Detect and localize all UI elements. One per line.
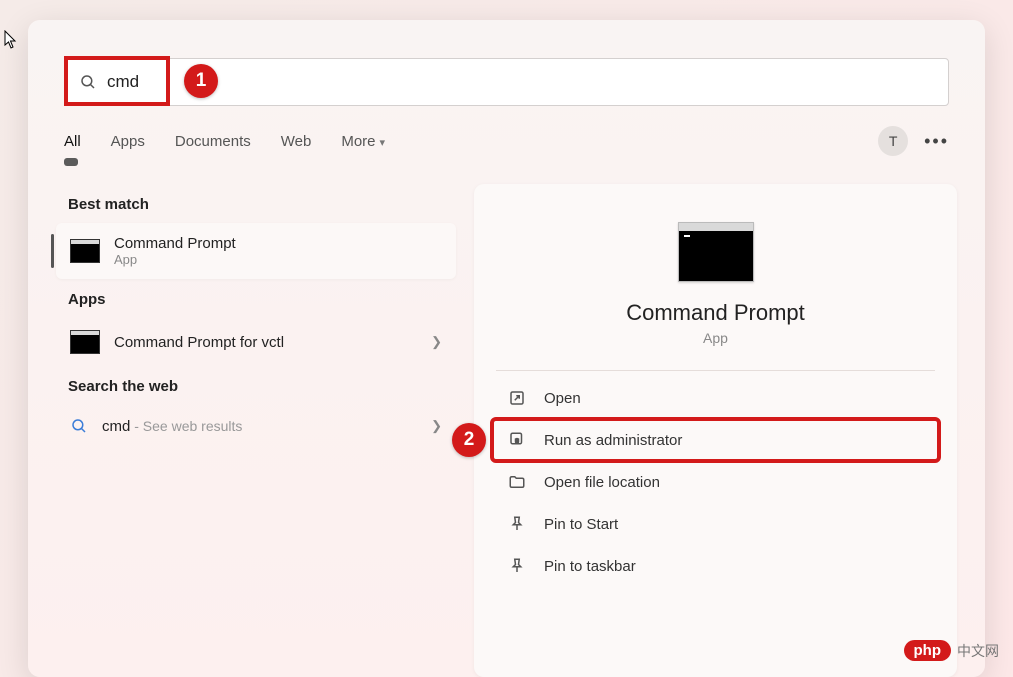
divider <box>496 370 935 371</box>
admin-shield-icon <box>508 431 526 449</box>
search-input[interactable] <box>107 72 934 92</box>
action-label: Pin to taskbar <box>544 558 636 575</box>
tab-all[interactable]: All <box>64 133 81 150</box>
action-pin-to-taskbar[interactable]: Pin to taskbar <box>496 547 935 585</box>
pin-icon <box>508 515 526 533</box>
mouse-cursor-icon <box>4 30 18 55</box>
result-web-search[interactable]: cmd - See web results ❯ <box>56 405 456 447</box>
action-run-as-administrator[interactable]: Run as administrator <box>496 421 935 459</box>
user-avatar[interactable]: T <box>878 126 908 156</box>
detail-title: Command Prompt <box>474 300 957 326</box>
action-label: Run as administrator <box>544 432 682 449</box>
section-search-web: Search the web <box>68 378 456 395</box>
tab-more[interactable]: More▾ <box>341 133 385 150</box>
result-command-prompt-vctl[interactable]: Command Prompt for vctl ❯ <box>56 318 456 366</box>
action-label: Open <box>544 390 581 407</box>
result-title: cmd - See web results <box>102 418 417 435</box>
action-open-file-location[interactable]: Open file location <box>496 463 935 501</box>
section-apps: Apps <box>68 291 456 308</box>
watermark-logo: php <box>904 640 952 661</box>
result-title: Command Prompt <box>114 235 236 252</box>
tab-web[interactable]: Web <box>281 133 312 150</box>
tab-documents[interactable]: Documents <box>175 133 251 150</box>
pin-icon <box>508 557 526 575</box>
folder-icon <box>508 473 526 491</box>
watermark-text: 中文网 <box>957 641 999 661</box>
chevron-down-icon: ▾ <box>380 137 386 149</box>
action-open[interactable]: Open <box>496 379 935 417</box>
more-options-button[interactable]: ••• <box>924 131 949 152</box>
command-prompt-icon-large <box>678 222 754 282</box>
annotation-badge-1: 1 <box>184 64 218 98</box>
result-subtitle: App <box>114 252 236 267</box>
filter-tabs: All Apps Documents Web More▾ <box>64 133 385 150</box>
chevron-right-icon: ❯ <box>431 418 442 434</box>
annotation-badge-2: 2 <box>452 423 486 457</box>
start-search-window: 1 All Apps Documents Web More▾ T ••• Bes… <box>28 20 985 677</box>
open-icon <box>508 389 526 407</box>
results-list: Best match Command Prompt App Apps Comma… <box>56 184 456 677</box>
command-prompt-icon <box>70 330 100 354</box>
chevron-right-icon: ❯ <box>431 334 442 350</box>
action-label: Open file location <box>544 474 660 491</box>
action-label: Pin to Start <box>544 516 618 533</box>
search-icon <box>70 417 88 435</box>
action-pin-to-start[interactable]: Pin to Start <box>496 505 935 543</box>
detail-panel: Command Prompt App Open Run as administr… <box>474 184 957 677</box>
watermark: php 中文网 <box>904 640 1000 661</box>
command-prompt-icon <box>70 239 100 263</box>
detail-subtitle: App <box>474 330 957 346</box>
section-best-match: Best match <box>68 196 456 213</box>
result-title: Command Prompt for vctl <box>114 334 417 351</box>
result-command-prompt[interactable]: Command Prompt App <box>56 223 456 279</box>
tab-apps[interactable]: Apps <box>111 133 145 150</box>
search-icon <box>79 73 97 91</box>
